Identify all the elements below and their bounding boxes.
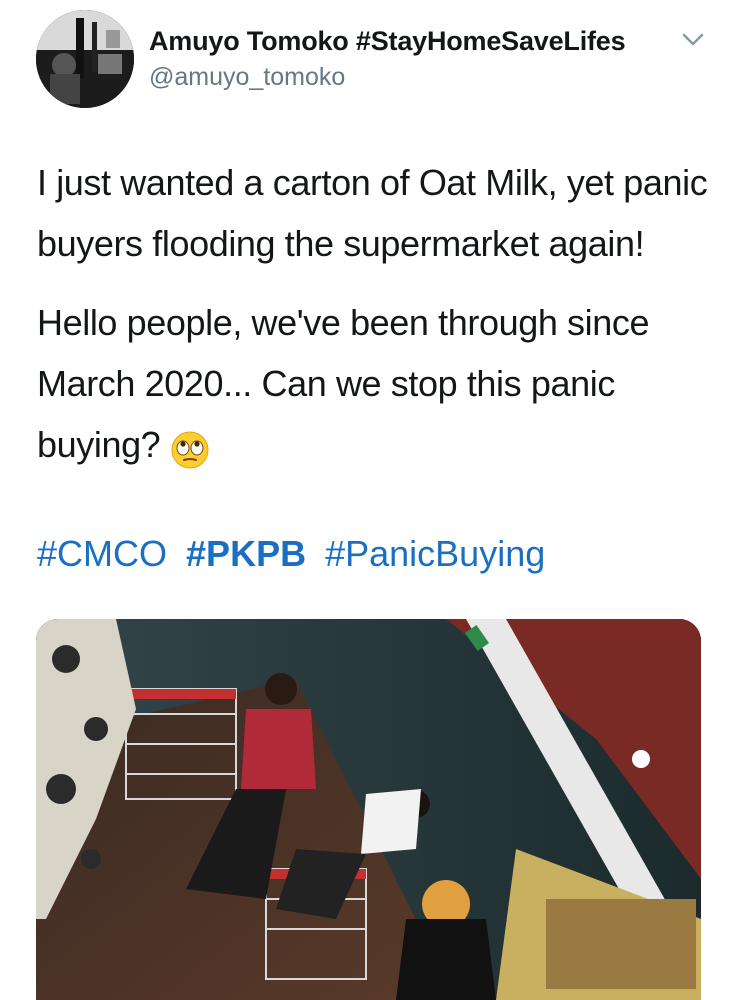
tweet-paragraph: Hello people, we've been through since M… xyxy=(37,292,717,475)
tweet-paragraph-text: Hello people, we've been through since M… xyxy=(37,302,650,465)
tweet-body: I just wanted a carton of Oat Milk, yet … xyxy=(37,152,717,475)
avatar[interactable] xyxy=(36,10,134,108)
author-handle[interactable]: @amuyo_tomoko xyxy=(149,63,345,92)
rolling-eyes-emoji-icon xyxy=(170,427,210,469)
tweet-header: Amuyo Tomoko #StayHomeSaveLifes @amuyo_t… xyxy=(0,0,737,110)
hashtag-pkpb[interactable]: #PKPB xyxy=(186,533,306,574)
author-display-name[interactable]: Amuyo Tomoko #StayHomeSaveLifes xyxy=(149,26,626,57)
tweet-paragraph: I just wanted a carton of Oat Milk, yet … xyxy=(37,162,708,264)
chevron-down-icon[interactable] xyxy=(680,28,706,50)
hashtag-cmco[interactable]: #CMCO xyxy=(37,533,167,574)
tweet-photo[interactable] xyxy=(36,619,701,1000)
hashtag-list: #CMCO #PKPB #PanicBuying xyxy=(37,523,554,584)
hashtag-panicbuying[interactable]: #PanicBuying xyxy=(325,533,545,574)
